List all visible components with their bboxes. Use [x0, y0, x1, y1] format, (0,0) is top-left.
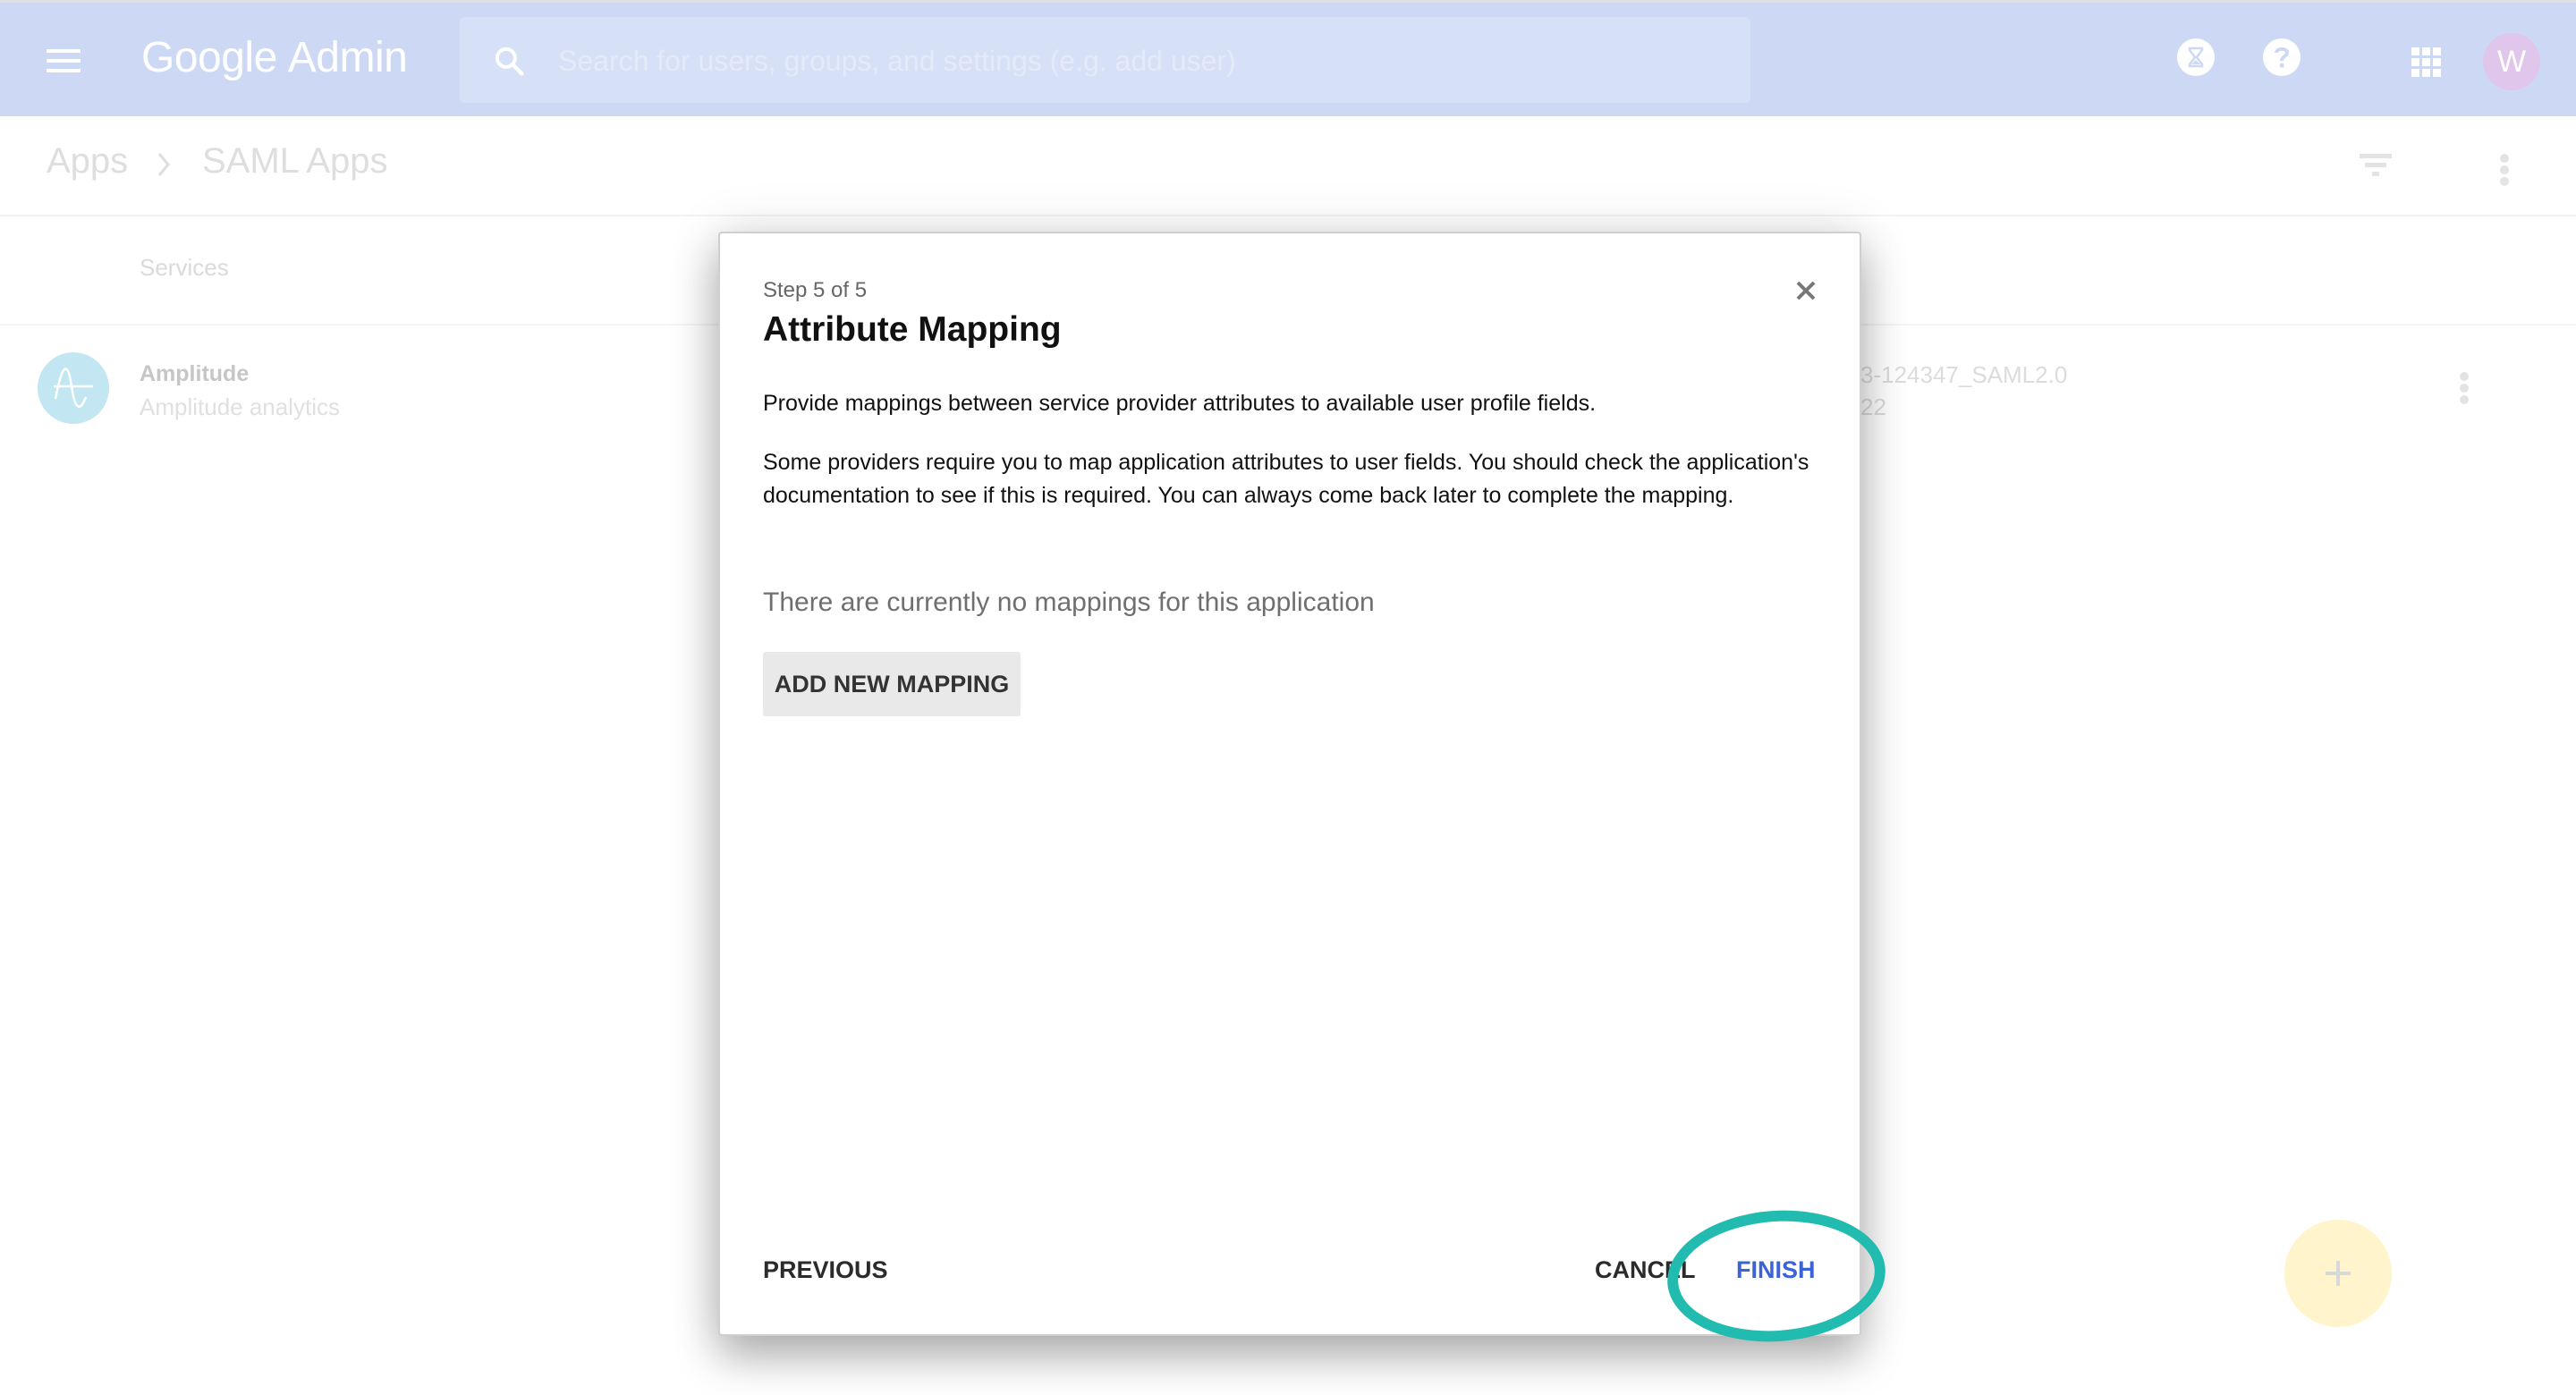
app-id-suffix: 22 — [1860, 393, 1886, 420]
attribute-mapping-dialog: Step 5 of 5 Attribute Mapping Provide ma… — [718, 232, 1861, 1336]
amplitude-logo-icon — [38, 352, 109, 424]
google-admin-logo[interactable]: Google Admin — [141, 33, 408, 82]
dialog-title: Attribute Mapping — [763, 310, 1062, 349]
empty-state-text: There are currently no mappings for this… — [763, 588, 1375, 617]
search-input[interactable] — [556, 35, 1723, 87]
brand-admin: Admin — [287, 34, 408, 81]
info-text: Some providers require you to map applic… — [763, 450, 1809, 508]
breadcrumb: Apps SAML Apps — [0, 116, 2576, 216]
row-more-options-icon[interactable] — [2460, 372, 2469, 407]
app-description: Amplitude analytics — [140, 393, 340, 420]
previous-button[interactable]: PREVIOUS — [763, 1256, 888, 1284]
brand-google: Google — [141, 34, 277, 81]
filter-icon[interactable] — [2360, 154, 2392, 179]
hourglass-icon — [2188, 46, 2204, 68]
finish-button[interactable]: FINISH — [1736, 1256, 1816, 1284]
account-avatar[interactable]: W — [2483, 33, 2540, 90]
app-header: GoogleAdmin W — [0, 3, 2576, 116]
app-entity-id: 3-124347_SAML2.0 — [1860, 361, 2068, 388]
more-options-icon[interactable] — [2500, 154, 2509, 189]
close-icon[interactable] — [1793, 278, 1818, 303]
breadcrumb-saml-apps: SAML Apps — [202, 141, 388, 181]
breadcrumb-apps[interactable]: Apps — [47, 141, 128, 182]
add-new-mapping-button[interactable]: ADD NEW MAPPING — [763, 652, 1021, 716]
cancel-button[interactable]: CANCEL — [1595, 1256, 1696, 1284]
help-question-icon — [2275, 46, 2290, 68]
help-button[interactable] — [2263, 38, 2301, 76]
intro-text: Provide mappings between service provide… — [763, 391, 1597, 416]
pending-tasks-button[interactable] — [2177, 38, 2215, 76]
column-header-services[interactable]: Services — [140, 254, 229, 282]
app-name: Amplitude — [140, 361, 250, 386]
chevron-right-icon — [157, 153, 170, 176]
search-bar[interactable] — [460, 17, 1750, 103]
apps-grid-icon[interactable] — [2411, 47, 2442, 78]
plus-icon — [2326, 1261, 2351, 1286]
step-indicator: Step 5 of 5 — [763, 278, 868, 302]
add-app-fab[interactable] — [2284, 1220, 2392, 1327]
search-icon — [495, 46, 524, 76]
hamburger-menu-icon[interactable] — [47, 49, 80, 72]
